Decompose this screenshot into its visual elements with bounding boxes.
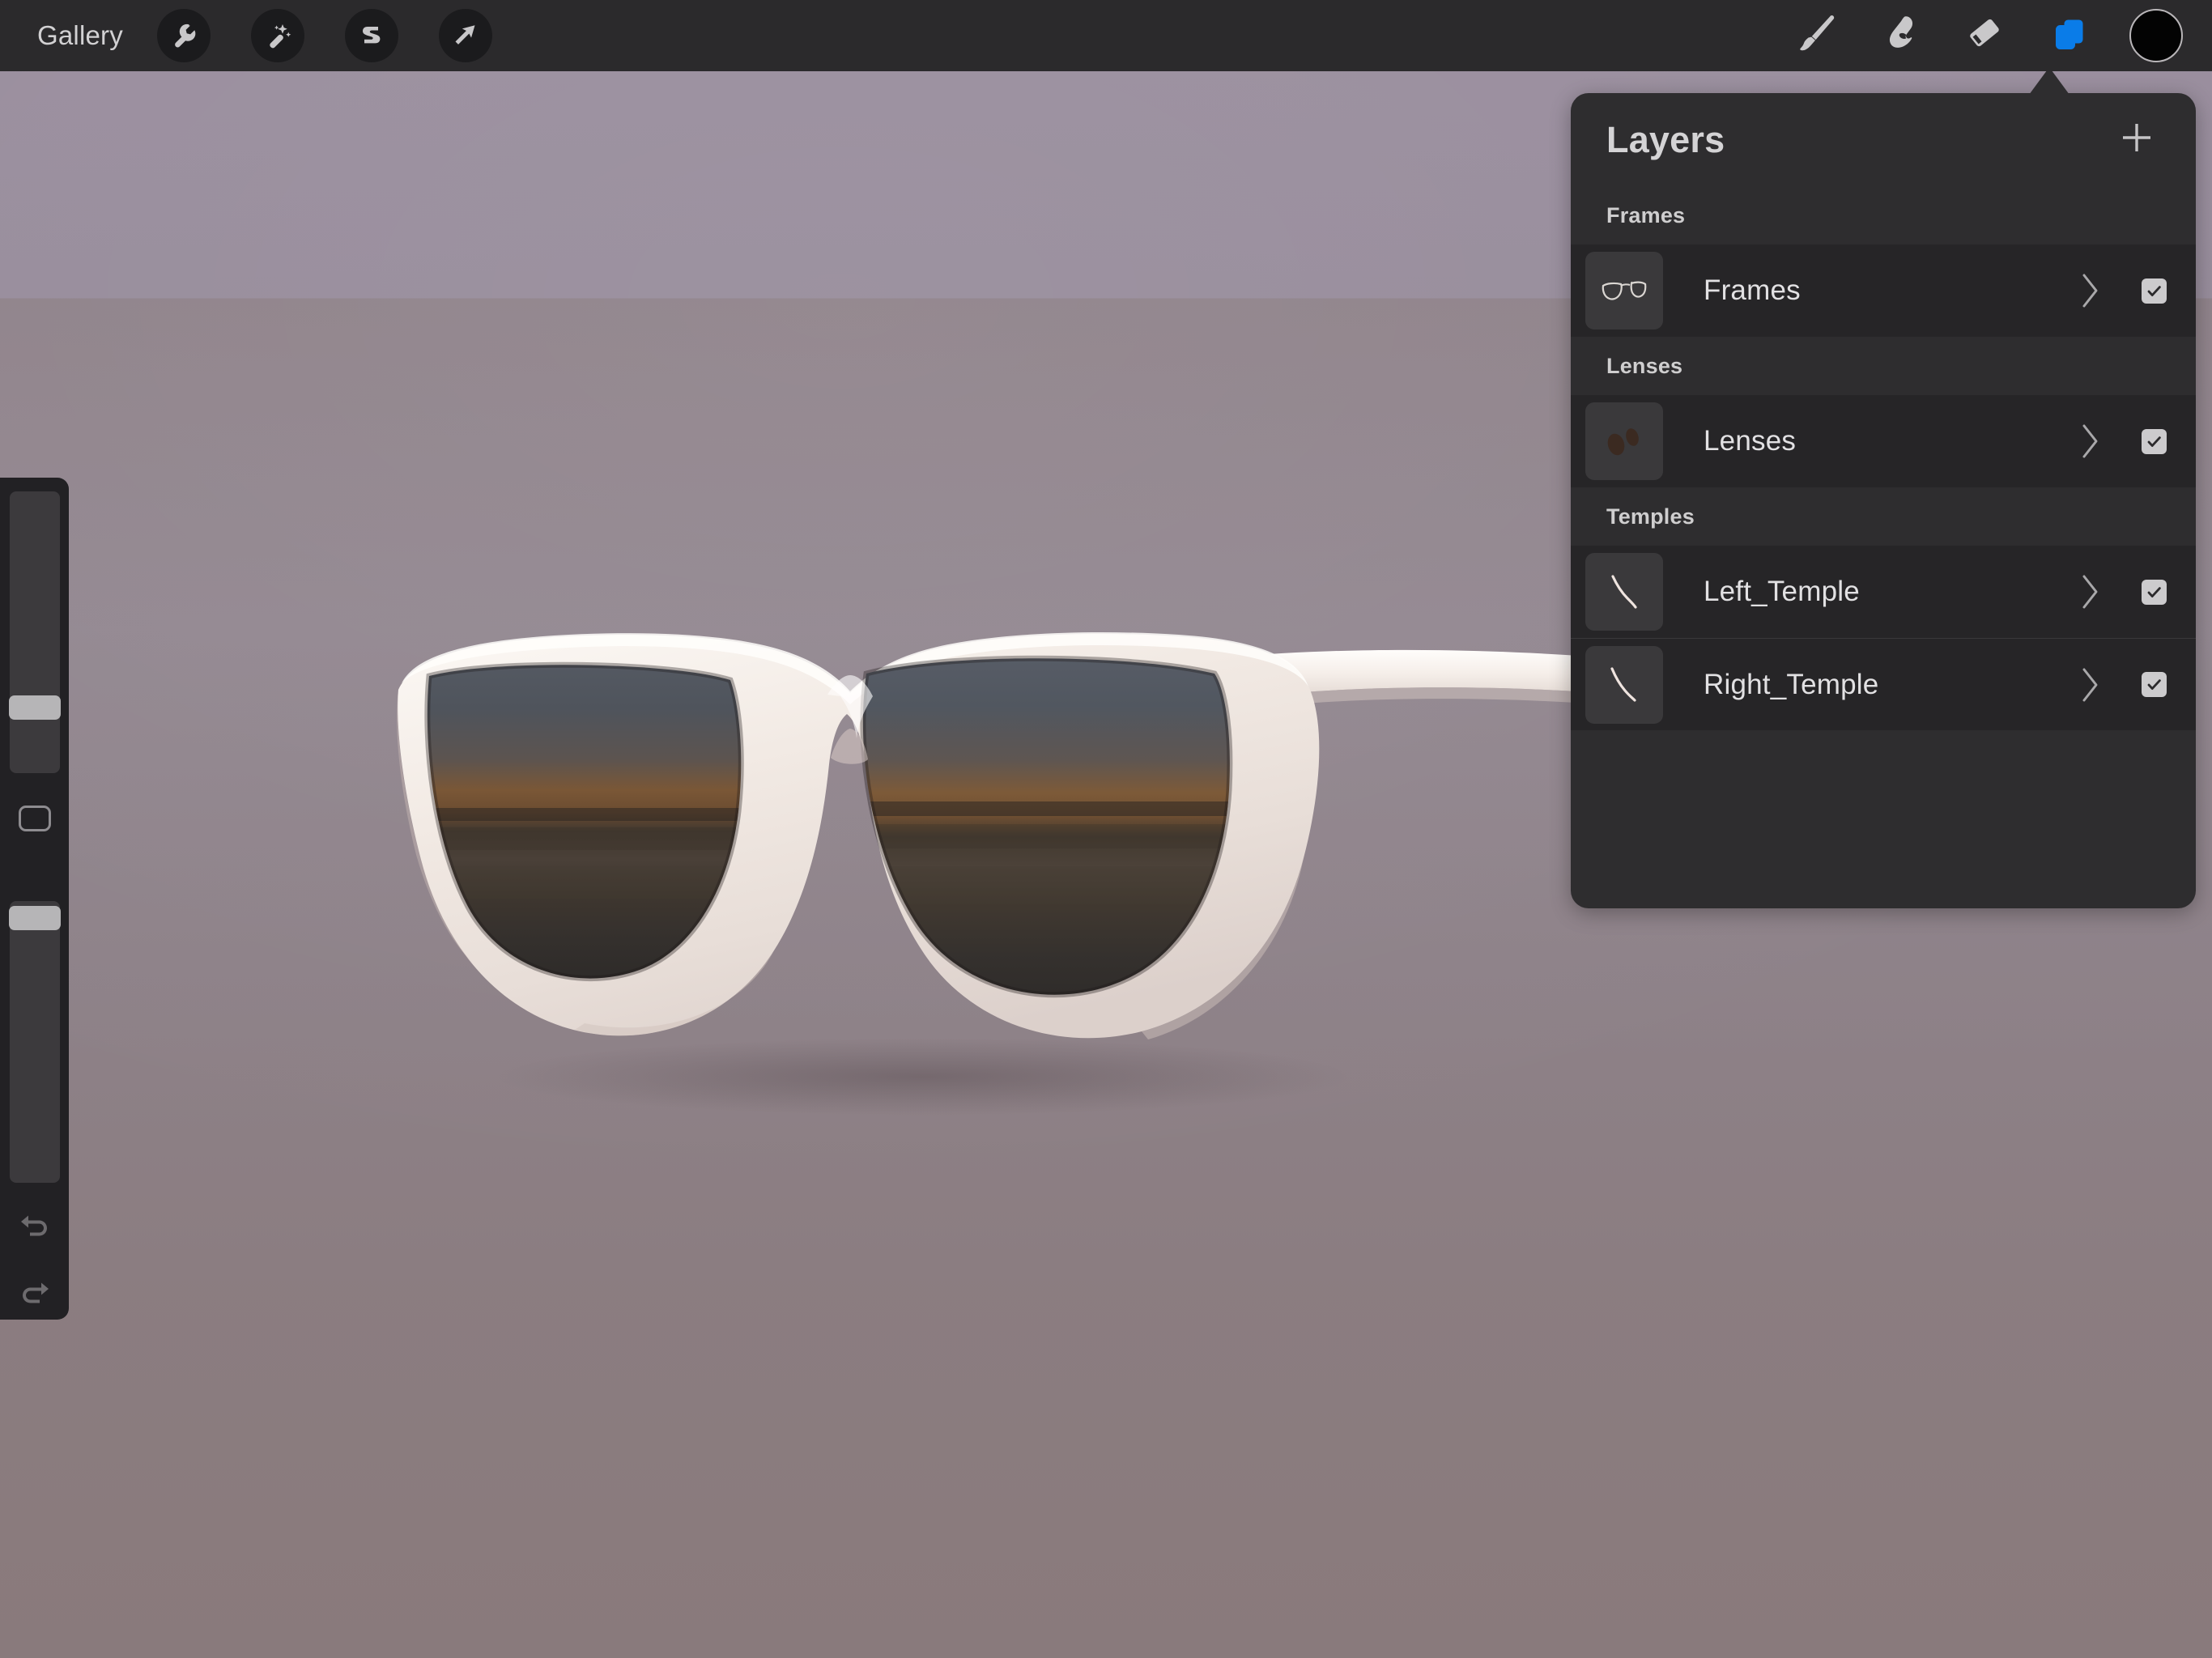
layer-group-header-frames: Frames [1606,202,1686,227]
brush-opacity-slider[interactable] [9,901,61,1183]
layers-panel: Layers Frames Frames Lenses Lenses Templ… [1571,93,2196,908]
top-toolbar-right [1775,0,2212,71]
layer-thumbnail [1585,553,1663,631]
layers-icon [2046,11,2093,62]
chevron-right-icon[interactable] [2080,666,2101,704]
layer-thumbnail [1585,252,1663,329]
layer-thumbnail [1585,402,1663,480]
chevron-right-icon[interactable] [2080,272,2101,309]
layer-group-header-lenses: Lenses [1606,353,1683,378]
brush-size-slider[interactable] [9,491,61,773]
layer-row-lenses[interactable]: Lenses [1571,395,2196,487]
transform-arrow-icon [451,21,480,50]
sunglasses-artwork [364,599,1757,1117]
layer-visibility-checkbox[interactable] [2142,672,2167,697]
layer-thumbnail [1585,645,1663,724]
left-sidebar [0,478,69,1320]
adjustments-wand-button[interactable] [250,9,304,62]
erase-tool-button[interactable] [1943,0,2027,71]
layer-name: Frames [1704,274,1801,306]
layer-visibility-checkbox[interactable] [2142,579,2167,605]
smudge-tool-button[interactable] [1859,0,1943,71]
eraser-icon [1962,11,2009,62]
layers-panel-header: Layers [1571,93,2196,186]
paintbrush-icon [1793,11,1840,62]
brush-size-slider-handle[interactable] [9,695,61,720]
top-toolbar: Gallery [0,0,2212,71]
layer-name: Lenses [1704,425,1797,457]
plus-icon [2116,117,2158,163]
layer-row-left-temple[interactable]: Left_Temple [1571,546,2196,638]
layers-panel-caret [2029,67,2069,95]
curved-stroke-icon [1595,563,1653,621]
layer-name: Left_Temple [1704,576,1860,607]
gallery-button[interactable]: Gallery [29,15,131,56]
layer-group-header-temples: Temples [1606,504,1695,529]
layer-visibility-checkbox[interactable] [2142,428,2167,454]
modify-button[interactable] [19,806,51,831]
actions-wrench-button[interactable] [156,9,211,62]
chevron-right-icon[interactable] [2080,573,2101,610]
wrench-icon [169,21,198,50]
magic-wand-icon [263,21,292,50]
add-layer-button[interactable] [2112,115,2162,165]
layer-row-controls [2080,423,2167,460]
paint-tool-button[interactable] [1775,0,1859,71]
layer-row-controls [2080,573,2167,610]
selection-s-icon [357,21,386,50]
layer-row-controls [2080,272,2167,309]
layer-row-controls [2080,666,2167,704]
layers-panel-title: Layers [1606,118,1725,160]
smudge-finger-icon [1878,11,1925,62]
curved-stroke-icon [1595,656,1653,714]
undo-icon [17,1209,53,1245]
layer-visibility-checkbox[interactable] [2142,278,2167,304]
selection-button[interactable] [344,9,398,62]
redo-icon [17,1276,53,1312]
brush-opacity-slider-handle[interactable] [9,906,61,930]
two-lens-blobs-icon [1595,412,1653,470]
top-toolbar-left: Gallery [0,9,533,62]
layer-row-right-temple[interactable]: Right_Temple [1571,638,2196,730]
redo-button[interactable] [11,1269,59,1318]
undo-button[interactable] [11,1202,59,1251]
layer-name: Right_Temple [1704,668,1879,700]
layer-row-frames[interactable]: Frames [1571,244,2196,337]
color-swatch-button[interactable] [2129,9,2183,62]
eyeglasses-outline-icon [1595,261,1653,320]
transform-button[interactable] [438,9,492,62]
chevron-right-icon[interactable] [2080,423,2101,460]
layers-tool-button[interactable] [2027,0,2112,71]
